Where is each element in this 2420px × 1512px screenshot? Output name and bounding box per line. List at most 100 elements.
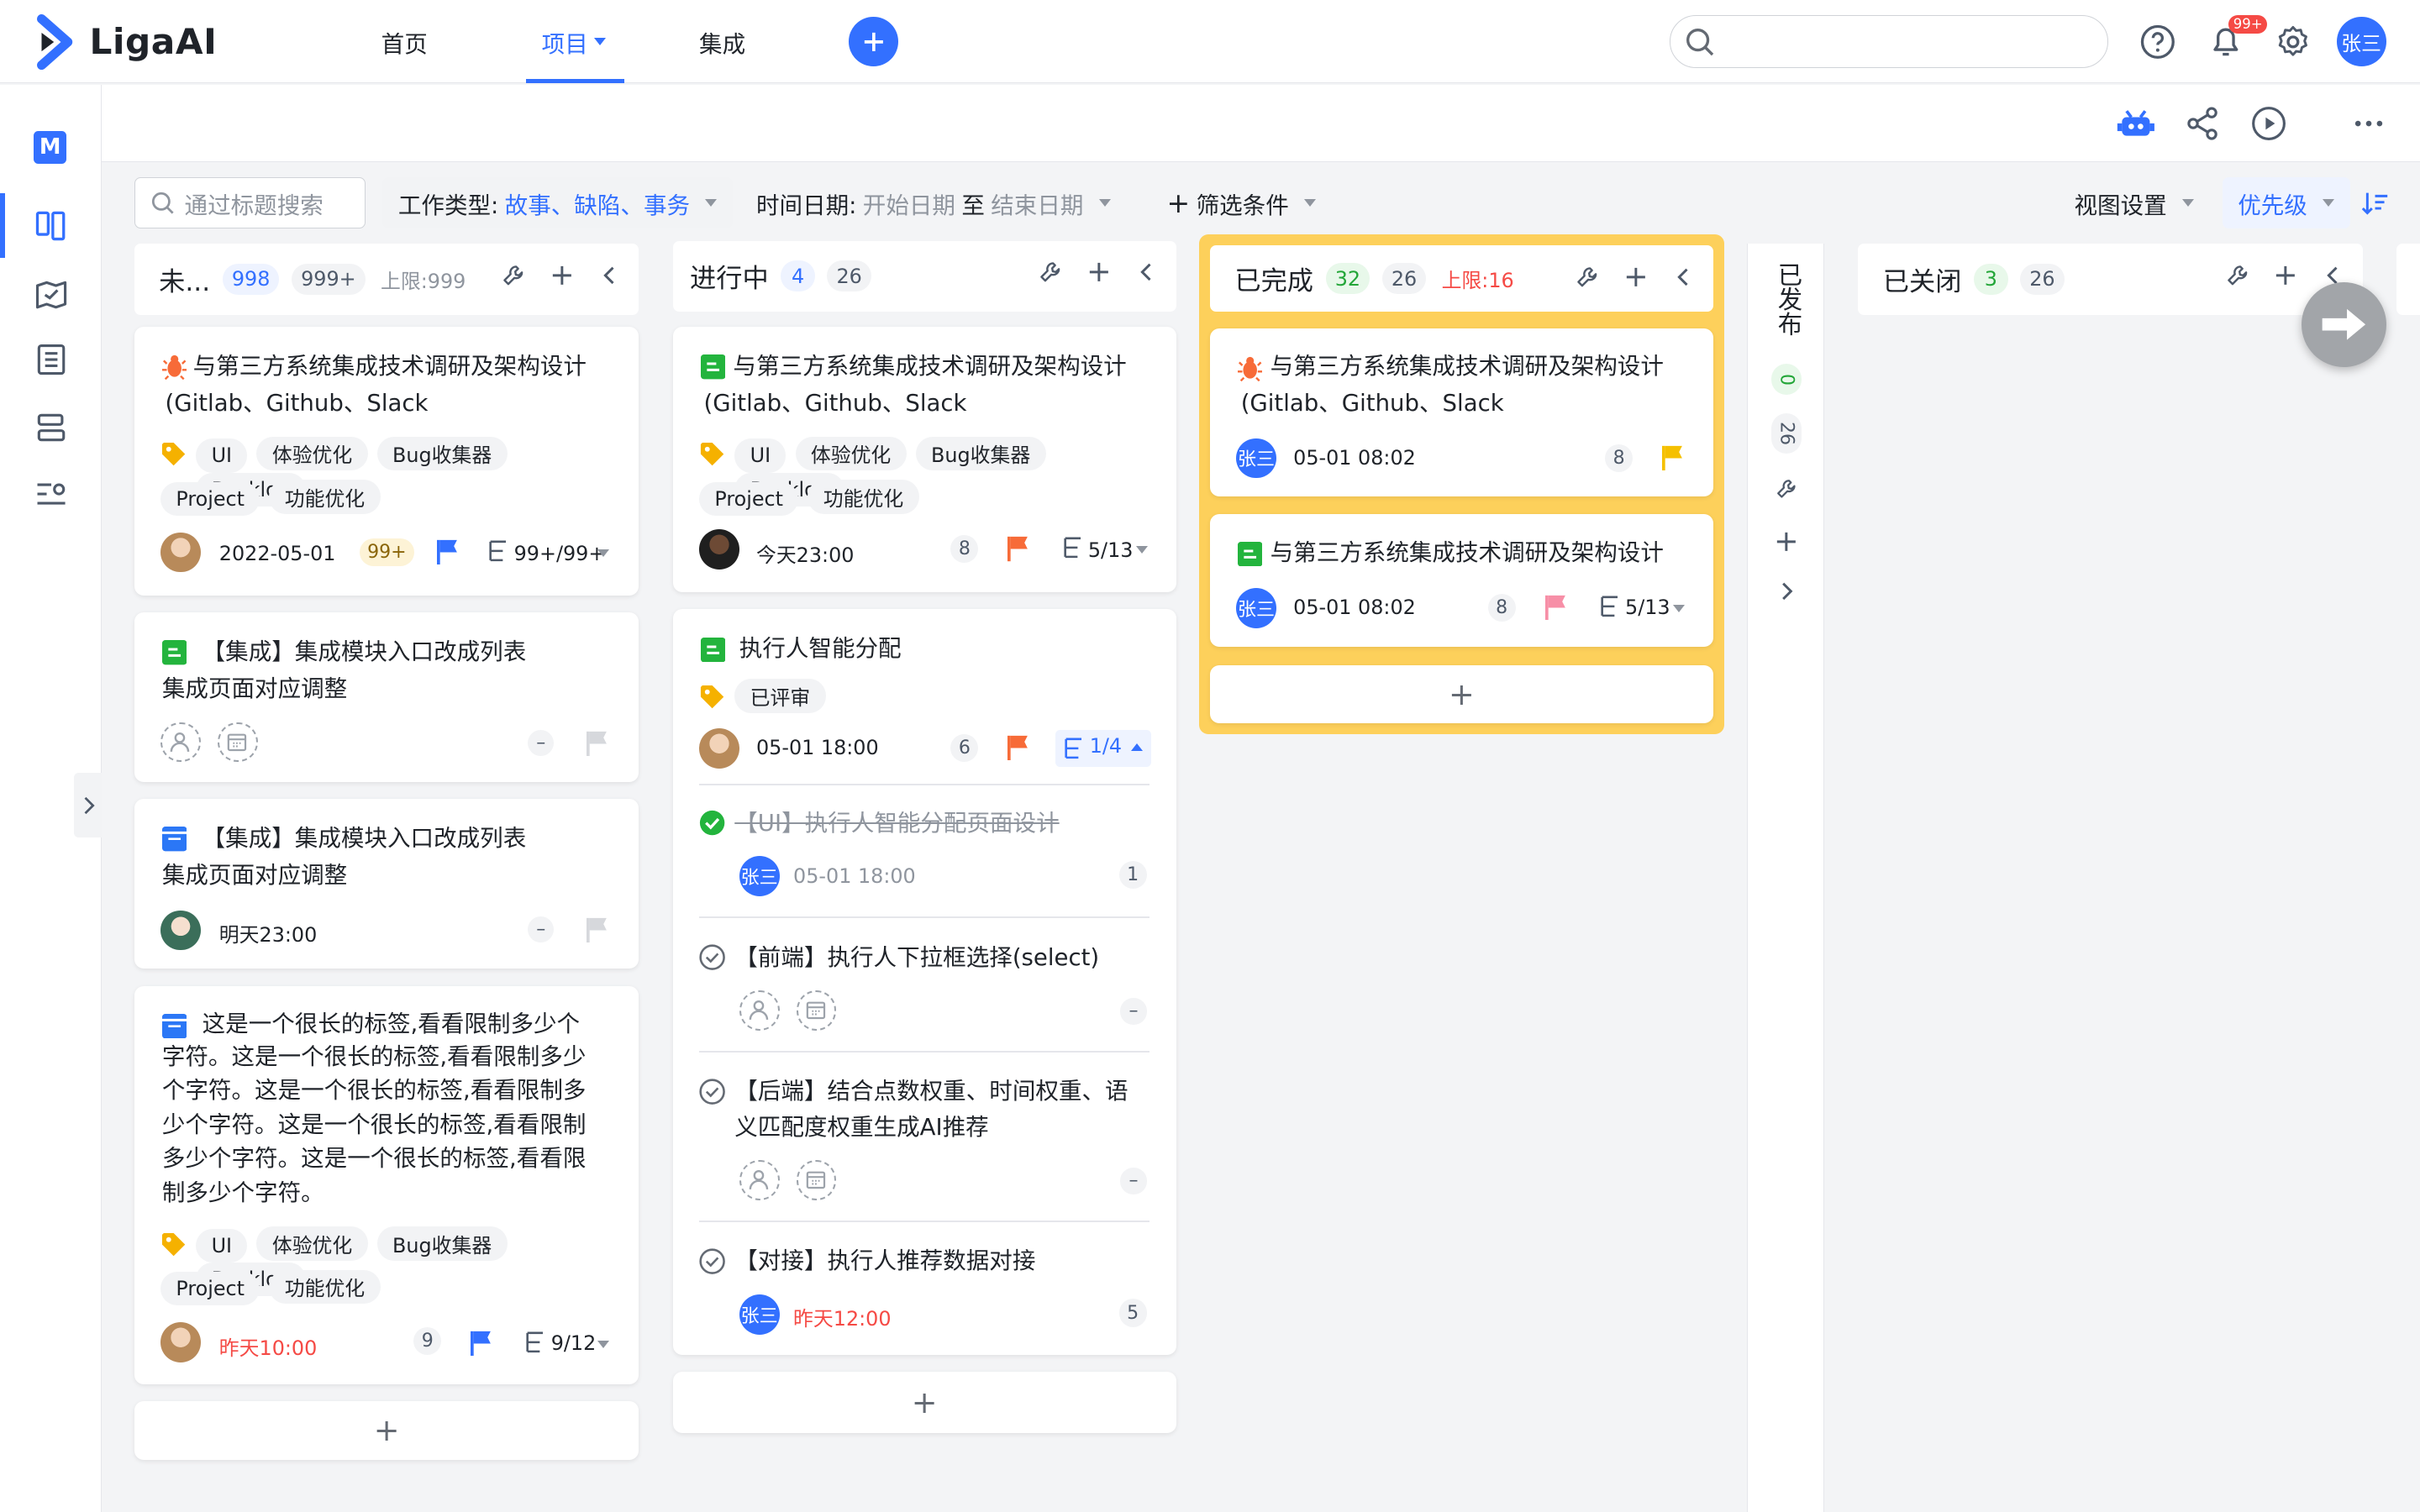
wrench-icon[interactable] (1776, 478, 1797, 500)
avatar[interactable]: 张三 (1236, 587, 1276, 628)
flag-icon[interactable] (471, 1330, 492, 1357)
share-icon[interactable] (2184, 105, 2221, 142)
view-settings-button[interactable]: 视图设置 (2059, 177, 2209, 228)
subtask-title[interactable]: 【UI】执行人智能分配页面设计 (734, 806, 1059, 841)
wrench-icon[interactable] (1039, 260, 1062, 284)
assignee-placeholder[interactable] (160, 722, 201, 763)
story-points-empty[interactable]: – (1120, 1168, 1147, 1194)
expand-rail-button[interactable] (74, 773, 103, 838)
chevron-left-icon[interactable] (1673, 266, 1695, 288)
chevron-down-icon[interactable] (597, 549, 609, 557)
roadmap-icon[interactable] (33, 276, 70, 313)
scroll-right-button[interactable] (2301, 282, 2386, 368)
story-points-empty[interactable]: – (528, 729, 555, 756)
sort-icon[interactable] (2361, 190, 2389, 218)
avatar[interactable] (699, 528, 739, 570)
check-circle-outline-icon[interactable] (699, 944, 725, 970)
subtask-count[interactable]: 5/13 (1088, 538, 1134, 562)
nav-home[interactable]: 首页 (381, 0, 428, 83)
global-search-input[interactable] (1670, 15, 2108, 68)
task-card[interactable]: 与第三方系统集成技术调研及架构设计 (Gitlab、Github、Slack 张… (1209, 328, 1713, 497)
flag-icon[interactable] (1007, 734, 1029, 761)
user-avatar[interactable]: 张三 (2336, 17, 2386, 66)
subtask-count[interactable]: 5/13 (1625, 596, 1670, 619)
chevron-down-icon[interactable] (597, 1341, 609, 1348)
work-type-filter[interactable]: 工作类型: 故事、缺陷、事务 (382, 177, 733, 228)
plus-icon[interactable] (551, 265, 573, 286)
due-date-placeholder[interactable] (796, 990, 837, 1031)
plus-icon: + (1166, 186, 1191, 219)
subtask-title[interactable]: 【后端】结合点数权重、时间权重、语 (734, 1074, 1128, 1109)
check-circle-outline-icon[interactable] (699, 1079, 725, 1105)
task-card[interactable]: 与第三方系统集成技术调研及架构设计 (Gitlab、Github、Slack U… (672, 327, 1176, 593)
task-card[interactable]: 【集成】集成模块入口改成列表 集成页面对应调整 明天23:00 – (134, 799, 639, 969)
plus-icon[interactable] (2275, 265, 2296, 286)
create-button[interactable] (849, 17, 898, 66)
logo[interactable]: LigaAI (37, 13, 217, 70)
nav-project[interactable]: 项目 (526, 0, 624, 84)
plus-icon[interactable] (1088, 261, 1110, 283)
play-icon[interactable] (2250, 105, 2287, 142)
story-points-empty[interactable]: – (528, 916, 555, 943)
subtask-title[interactable]: 【对接】执行人推荐数据对接 (734, 1243, 1035, 1278)
subtask-toggle[interactable]: 1/4 (1055, 729, 1152, 767)
nav-integration[interactable]: 集成 (699, 0, 745, 83)
chevron-left-icon[interactable] (1136, 261, 1158, 283)
chevron-left-icon[interactable] (599, 265, 621, 286)
add-card-button[interactable]: + (134, 1400, 639, 1460)
subtask-title[interactable]: 【前端】执行人下拉框选择(select) (734, 940, 1099, 975)
flag-icon[interactable] (1662, 444, 1684, 471)
avatar[interactable] (160, 532, 201, 573)
subtask-count[interactable]: 99+/99+ (514, 542, 606, 565)
subtask-count[interactable]: 9/12 (551, 1331, 597, 1355)
task-card[interactable]: 与第三方系统集成技术调研及架构设计 (Gitlab、Github、Slack U… (134, 327, 639, 596)
check-circle-icon[interactable] (699, 810, 725, 836)
add-card-button[interactable]: + (1209, 664, 1713, 724)
wrench-icon[interactable] (502, 264, 525, 287)
chevron-right-icon[interactable] (1776, 580, 1797, 602)
assignee-placeholder[interactable] (739, 1160, 780, 1200)
flag-icon[interactable] (586, 730, 608, 756)
avatar[interactable]: 张三 (739, 856, 780, 897)
avatar[interactable] (160, 1322, 201, 1362)
task-card-expanded[interactable]: 执行人智能分配 已评审 05-01 18:00 6 1/4 【UI】执行人智能分… (672, 609, 1176, 1355)
list-icon[interactable] (33, 341, 70, 378)
wrench-icon[interactable] (2226, 264, 2249, 287)
chevron-down-icon[interactable] (1672, 604, 1685, 612)
gear-icon[interactable] (2273, 22, 2313, 62)
gantt-icon[interactable] (33, 409, 70, 446)
project-avatar[interactable]: M (34, 131, 66, 164)
avatar[interactable] (699, 727, 739, 769)
flag-icon[interactable] (436, 538, 459, 565)
chevron-down-icon (2182, 199, 2195, 207)
more-icon[interactable] (2350, 105, 2387, 142)
due-date-placeholder[interactable] (796, 1160, 837, 1200)
wrench-icon[interactable] (1576, 265, 1599, 289)
flag-icon[interactable] (1007, 535, 1029, 562)
filter-conditions-button[interactable]: + 筛选条件 (1151, 177, 1331, 228)
due-date-placeholder[interactable] (217, 722, 258, 763)
date-filter[interactable]: 时间日期: 开始日期 至 结束日期 (741, 177, 1127, 228)
check-circle-outline-icon[interactable] (699, 1248, 725, 1274)
board-icon[interactable] (33, 207, 70, 244)
story-points-empty[interactable]: – (1120, 998, 1147, 1025)
flag-icon[interactable] (1544, 594, 1567, 621)
task-card[interactable]: 与第三方系统集成技术调研及架构设计 张三 05-01 08:02 8 5/13 (1209, 513, 1713, 647)
plus-icon[interactable] (1776, 531, 1797, 553)
avatar[interactable]: 张三 (739, 1294, 780, 1335)
settings-list-icon[interactable] (33, 475, 70, 512)
avatar[interactable] (160, 910, 201, 951)
avatar[interactable]: 张三 (1236, 438, 1276, 479)
sort-priority-button[interactable]: 优先级 (2222, 177, 2350, 228)
help-icon[interactable] (2138, 22, 2178, 62)
plus-icon[interactable] (1625, 266, 1647, 288)
assignee-placeholder[interactable] (739, 990, 780, 1031)
flag-icon[interactable] (586, 916, 608, 943)
column-released-collapsed[interactable]: 已发布 0 26 (1747, 244, 1824, 1512)
task-card[interactable]: 【集成】集成模块入口改成列表 集成页面对应调整 – (134, 612, 639, 783)
robot-icon[interactable] (2116, 103, 2156, 144)
chevron-down-icon[interactable] (1135, 546, 1148, 554)
add-card-button[interactable]: + (672, 1371, 1176, 1434)
title-search-input[interactable]: 通过标题搜索 (134, 177, 366, 228)
task-card[interactable]: 这是一个很长的标签,看看限制多少个 字符。这是一个很长的标签,看看限制多少 个字… (134, 985, 639, 1384)
